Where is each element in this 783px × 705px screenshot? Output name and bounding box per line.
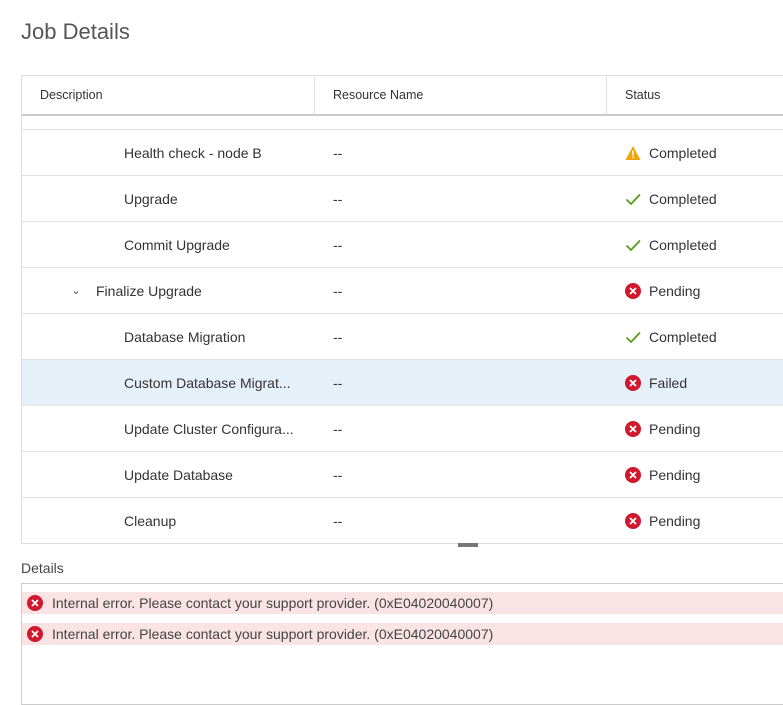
status-cell: Pending	[607, 512, 783, 529]
table-row[interactable]: Cleanup -- Pending	[22, 498, 783, 543]
row-description: Update Cluster Configura...	[22, 421, 315, 437]
resource-name: --	[333, 512, 343, 529]
row-description: Health check - node B	[22, 145, 315, 161]
row-description: ⌄ Finalize Upgrade	[22, 283, 315, 299]
status-text: Failed	[649, 374, 688, 391]
description-text: Update Cluster Configura...	[124, 420, 294, 437]
table-row[interactable]: Custom Database Migrat... -- Failed	[22, 360, 783, 406]
status-cell: Completed	[607, 191, 783, 207]
table-row[interactable]: ⌄ Finalize Upgrade -- Pending	[22, 268, 783, 314]
description-text: Finalize Upgrade	[96, 282, 202, 299]
details-label: Details	[21, 560, 64, 576]
row-description: Upgrade	[22, 191, 315, 207]
description-text: Custom Database Migrat...	[124, 374, 291, 391]
row-description: Database Migration	[22, 329, 315, 345]
status-text: Completed	[649, 236, 717, 253]
table-row[interactable]: Commit Upgrade -- Completed	[22, 222, 783, 268]
error-icon	[27, 626, 43, 642]
resource-name: --	[333, 420, 343, 437]
error-icon	[625, 466, 641, 483]
error-message: Internal error. Please contact your supp…	[22, 592, 783, 614]
status-text: Completed	[649, 328, 717, 345]
column-header-resource-name[interactable]: Resource Name	[315, 76, 607, 114]
splitter-handle[interactable]	[458, 543, 478, 547]
error-icon	[625, 420, 641, 437]
status-text: Pending	[649, 512, 701, 529]
resource-name: --	[333, 190, 343, 207]
job-steps-table: Description Resource Name Status Health …	[21, 75, 783, 544]
table-header: Description Resource Name Status	[22, 76, 783, 116]
check-icon	[625, 191, 641, 207]
status-cell: Failed	[607, 374, 783, 391]
row-description: Update Database	[22, 467, 315, 483]
error-text: Internal error. Please contact your supp…	[52, 595, 494, 611]
status-cell: Pending	[607, 420, 783, 437]
chevron-down-icon[interactable]: ⌄	[70, 284, 82, 297]
status-cell: Completed	[607, 145, 783, 161]
error-icon	[625, 374, 641, 391]
table-row[interactable]: Update Database -- Pending	[22, 452, 783, 498]
status-text: Completed	[649, 190, 717, 207]
error-text: Internal error. Please contact your supp…	[52, 626, 494, 642]
status-text: Pending	[649, 466, 701, 483]
status-text: Pending	[649, 282, 701, 299]
resource-name: --	[333, 236, 343, 253]
description-text: Database Migration	[124, 328, 246, 345]
error-icon	[625, 282, 641, 299]
error-icon	[625, 512, 641, 529]
error-icon	[27, 595, 43, 611]
row-description: Cleanup	[22, 513, 315, 529]
resource-name: --	[333, 466, 343, 483]
resource-name: --	[333, 328, 343, 345]
description-text: Upgrade	[124, 190, 178, 207]
status-cell: Pending	[607, 466, 783, 483]
description-text: Health check - node B	[124, 144, 262, 161]
check-icon	[625, 329, 641, 345]
row-description: Custom Database Migrat...	[22, 375, 315, 391]
error-message: Internal error. Please contact your supp…	[22, 623, 783, 645]
table-row[interactable]: Health check - node B -- Completed	[22, 130, 783, 176]
status-cell: Completed	[607, 329, 783, 345]
resource-name: --	[333, 144, 343, 161]
table-row[interactable]: Upgrade -- Completed	[22, 176, 783, 222]
page-title: Job Details	[21, 19, 130, 44]
description-text: Update Database	[124, 466, 233, 483]
table-row[interactable]: Update Cluster Configura... -- Pending	[22, 406, 783, 452]
row-description: Commit Upgrade	[22, 237, 315, 253]
table-row[interactable]: Database Migration -- Completed	[22, 314, 783, 360]
description-text: Commit Upgrade	[124, 236, 230, 253]
check-icon	[625, 237, 641, 253]
resource-name: --	[333, 374, 343, 391]
column-header-status[interactable]: Status	[607, 76, 783, 114]
status-cell: Pending	[607, 282, 783, 299]
resource-name: --	[333, 282, 343, 299]
status-text: Pending	[649, 420, 701, 437]
details-panel: Internal error. Please contact your supp…	[21, 583, 783, 705]
warning-icon	[625, 145, 641, 161]
description-text: Cleanup	[124, 512, 177, 529]
status-cell: Completed	[607, 237, 783, 253]
status-text: Completed	[649, 144, 717, 161]
column-header-description[interactable]: Description	[22, 76, 315, 114]
